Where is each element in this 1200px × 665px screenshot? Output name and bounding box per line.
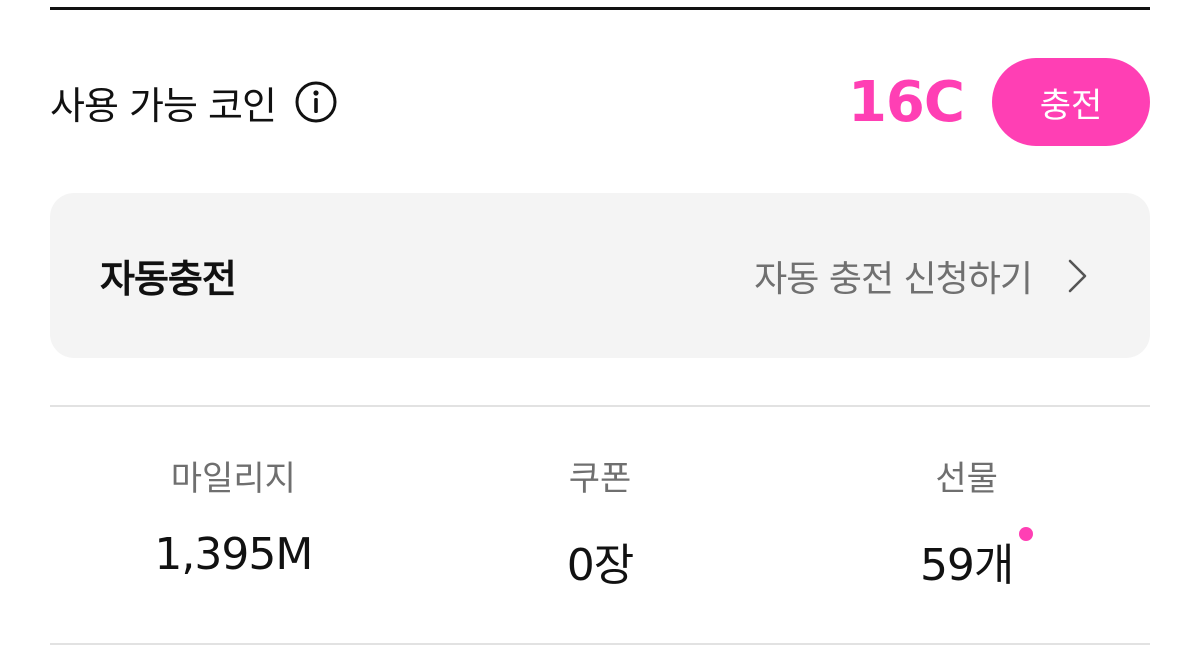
top-divider [50, 0, 1150, 10]
coin-balance: 16C [847, 69, 965, 135]
coin-label-group: 사용 가능 코인 [50, 75, 338, 130]
info-circle-icon[interactable] [294, 80, 338, 124]
auto-charge-link-label: 자동 충전 신청하기 [754, 258, 1033, 300]
mileage-label: 마일리지 [170, 459, 296, 499]
gift-value: 59개 [919, 540, 1014, 591]
bottom-divider [50, 643, 1150, 645]
mileage-value: 1,395M [154, 529, 313, 580]
coupon-value: 0장 [566, 540, 634, 591]
coupon-label: 쿠폰 [568, 459, 632, 499]
gift-stat[interactable]: 선물 59개 [783, 455, 1150, 595]
section-divider [50, 405, 1150, 407]
new-badge-dot [1019, 527, 1034, 541]
available-coin-row: 사용 가능 코인 16C 충전 [50, 58, 1150, 146]
gift-value-wrap: 59개 [919, 527, 1034, 593]
auto-charge-card[interactable]: 자동충전 자동 충전 신청하기 [50, 193, 1150, 358]
mileage-stat[interactable]: 마일리지 1,395M [50, 455, 417, 595]
mileage-value-wrap: 1,395M [154, 529, 313, 580]
auto-charge-link[interactable]: 자동 충전 신청하기 [754, 250, 1090, 302]
chevron-right-icon [1066, 257, 1090, 295]
gift-label: 선물 [935, 459, 998, 499]
available-coin-label: 사용 가능 코인 [50, 83, 277, 128]
coupon-stat[interactable]: 쿠폰 0장 [417, 455, 784, 595]
coin-balance-group: 16C 충전 [848, 58, 1150, 146]
coupon-value-wrap: 0장 [566, 529, 634, 593]
auto-charge-title: 자동충전 [100, 257, 237, 301]
charge-button[interactable]: 충전 [992, 58, 1150, 146]
benefit-stats: 마일리지 1,395M 쿠폰 0장 선물 59개 [50, 455, 1150, 595]
